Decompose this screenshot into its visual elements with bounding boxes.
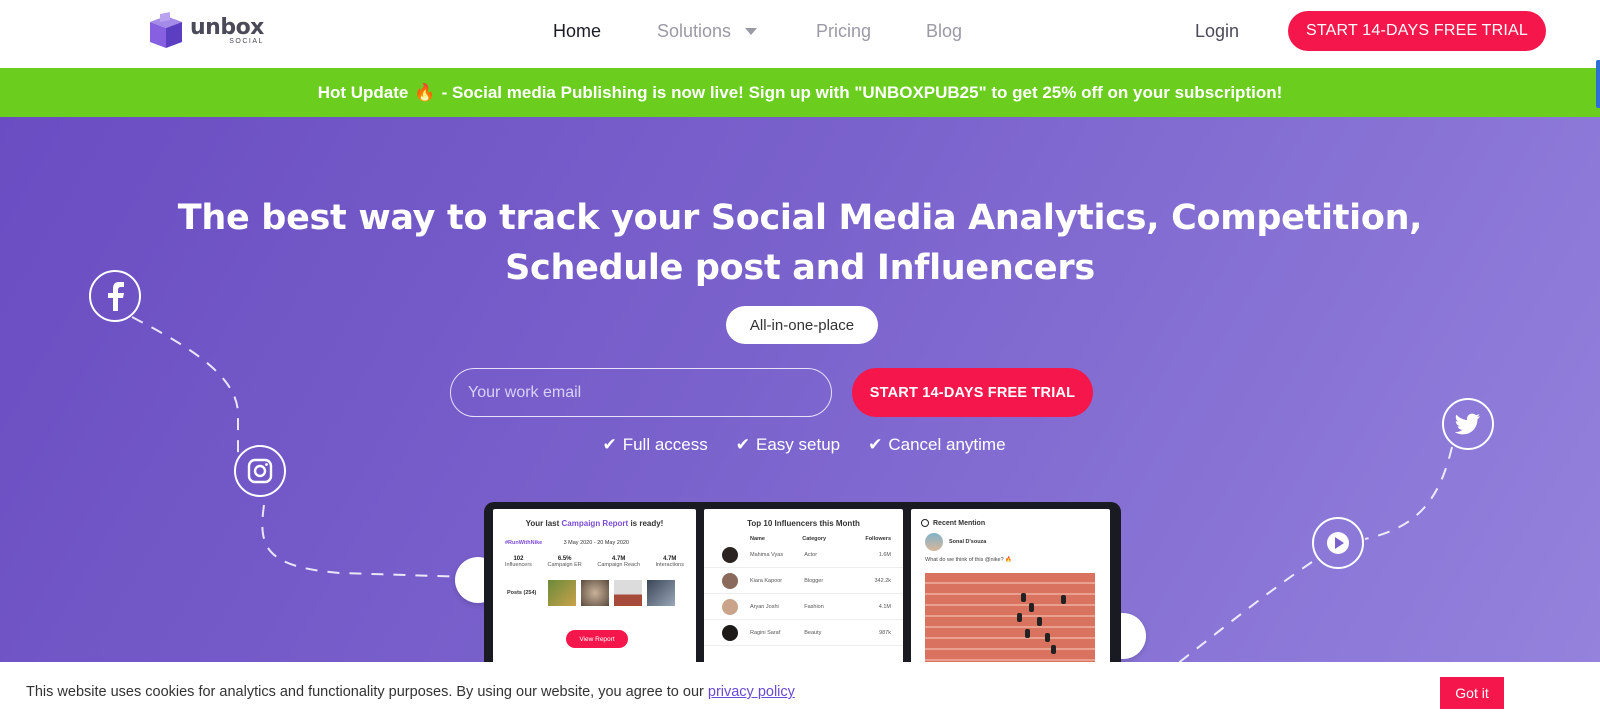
- caret-down-icon: [745, 28, 758, 35]
- view-report-button[interactable]: View Report: [566, 630, 628, 648]
- nav-solutions-label: Solutions: [657, 21, 732, 41]
- facebook-icon: [89, 270, 141, 322]
- nav-pricing-link[interactable]: Pricing: [816, 21, 871, 42]
- cookie-consent-bar: This website uses cookies for analytics …: [0, 662, 1600, 721]
- post-thumbnail: [548, 580, 577, 606]
- post-thumbnail: [614, 580, 643, 606]
- hero-section: The best way to track your Social Media …: [0, 117, 1600, 721]
- post-thumbnail: [581, 580, 610, 606]
- checkmark-icon: ✔: [735, 435, 750, 454]
- hero-free-trial-button[interactable]: START 14-DAYS FREE TRIAL: [852, 368, 1093, 417]
- youtube-play-icon: [1312, 517, 1364, 569]
- privacy-policy-link[interactable]: privacy policy: [708, 684, 795, 700]
- logo-wordmark: unbox: [190, 15, 264, 40]
- posts-row: Posts (254): [493, 580, 696, 606]
- campaign-tag: #RunWithNike: [505, 540, 543, 546]
- stat-item: 4.7M Campaign Reach: [597, 556, 640, 568]
- nav-free-trial-button[interactable]: START 14-DAYS FREE TRIAL: [1288, 11, 1546, 51]
- mention-user: Sonal D'souza: [925, 533, 1110, 551]
- mention-text: What do we think of this @nike? 🔥: [925, 557, 1013, 563]
- stat-item: 6.5% Campaign ER: [547, 556, 582, 568]
- table-row: Mahima Vyas Actor 1.6M: [704, 542, 903, 568]
- all-in-one-badge: All-in-one-place: [726, 306, 878, 344]
- instagram-small-icon: [921, 519, 929, 527]
- campaign-stats: 102 Influencers 6.5% Campaign ER 4.7M Campa…: [493, 556, 696, 568]
- work-email-input[interactable]: [450, 368, 832, 417]
- avatar: [722, 572, 738, 589]
- cookie-message: This website uses cookies for analytics …: [26, 684, 795, 700]
- avatar: [722, 546, 738, 563]
- stat-item: 4.7M Interactions: [655, 556, 684, 568]
- post-thumbnail: [647, 580, 676, 606]
- check-item: ✔ Full access: [602, 435, 708, 454]
- mention-card-title: Recent Mention: [921, 519, 1110, 527]
- posts-label: Posts (254): [507, 590, 537, 596]
- hero-title: The best way to track your Social Media …: [0, 193, 1600, 293]
- hot-update-banner[interactable]: Hot Update 🔥 - Social media Publishing i…: [0, 68, 1600, 117]
- nav-solutions-dropdown[interactable]: Solutions: [657, 21, 758, 42]
- side-feedback-tab[interactable]: [1596, 60, 1600, 108]
- avatar: [925, 533, 943, 551]
- nav-home-link[interactable]: Home: [553, 21, 601, 42]
- twitter-icon: [1442, 398, 1494, 450]
- mention-image: [925, 573, 1095, 663]
- got-it-button[interactable]: Got it: [1440, 677, 1504, 709]
- check-item: ✔ Cancel anytime: [868, 435, 1006, 454]
- hero-title-line1: The best way to track your Social Media …: [177, 198, 1423, 238]
- check-item: ✔ Easy setup: [735, 435, 841, 454]
- banner-text: - Social media Publishing is now live! S…: [441, 82, 1283, 102]
- table-row: Kiara Kapoor Blogger 342.2k: [704, 568, 903, 594]
- campaign-dates: 3 May 2020 - 20 May 2020: [563, 540, 629, 546]
- nav-blog-link[interactable]: Blog: [926, 21, 962, 42]
- avatar: [722, 624, 738, 641]
- box-logo-icon: [150, 12, 182, 48]
- banner-prefix: Hot Update: [317, 82, 409, 102]
- stat-item: 102 Influencers: [505, 556, 532, 568]
- avatar: [722, 598, 738, 615]
- campaign-card-title: Your last Campaign Report is ready!: [525, 519, 664, 528]
- unbox-logo[interactable]: unbox SOCIAL: [146, 12, 264, 50]
- login-link[interactable]: Login: [1195, 21, 1239, 42]
- influencers-card-title: Top 10 Influencers this Month: [747, 519, 860, 528]
- table-row: Ragini Saraf Beauty 987k: [704, 620, 903, 646]
- hero-title-line2: Schedule post and Influencers: [505, 248, 1095, 288]
- table-row: Aryan Joshi Fashion 4.1M: [704, 594, 903, 620]
- checkmark-icon: ✔: [602, 435, 617, 454]
- top-navbar: unbox SOCIAL Home Solutions Pricing Blog…: [0, 0, 1600, 68]
- instagram-icon: [234, 445, 286, 497]
- fire-icon: 🔥: [414, 82, 436, 102]
- checkmark-icon: ✔: [868, 435, 883, 454]
